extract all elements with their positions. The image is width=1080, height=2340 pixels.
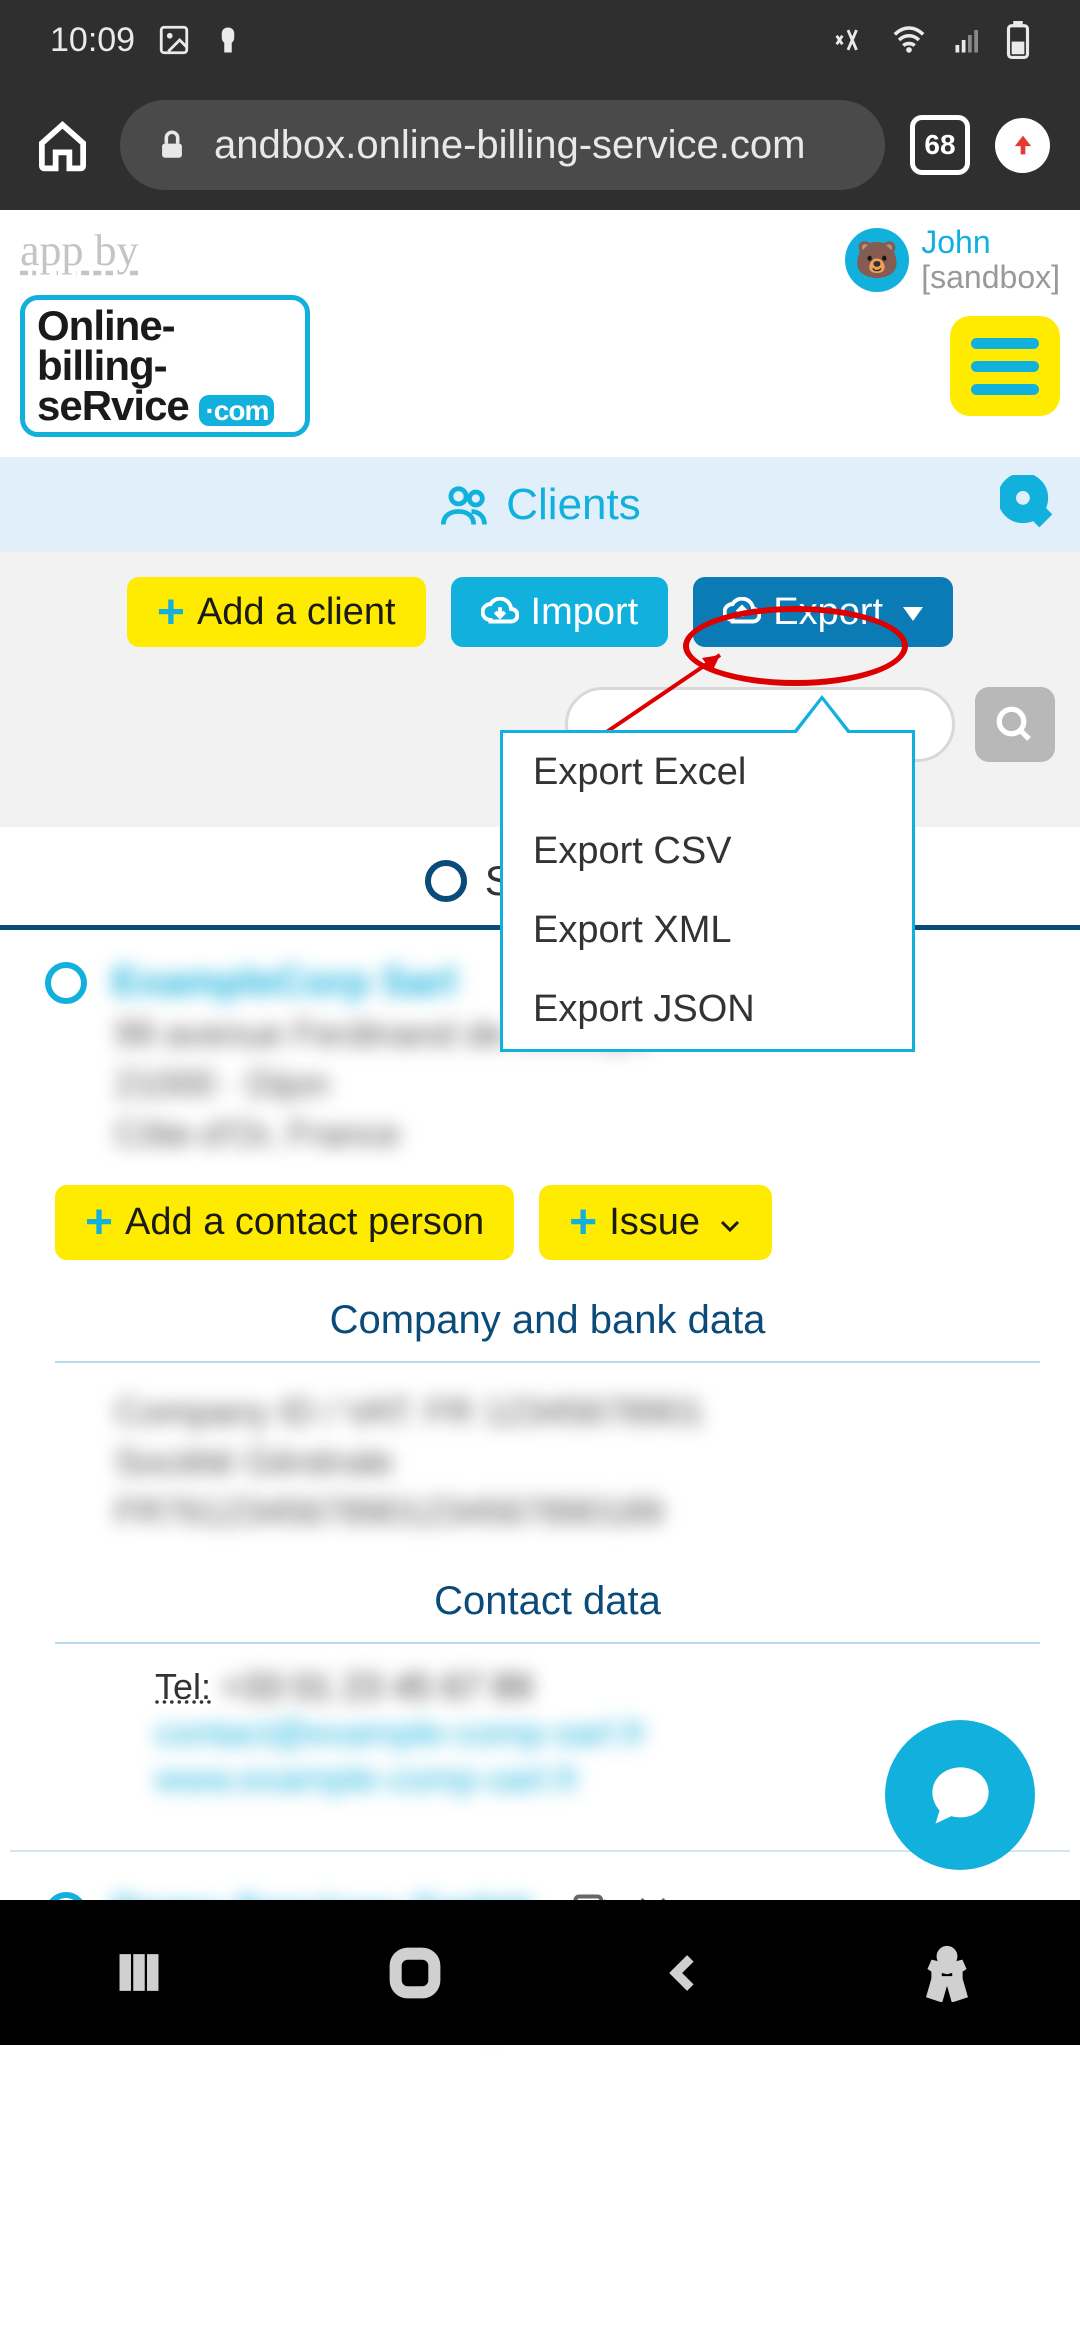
circle-icon bbox=[425, 860, 467, 902]
home-button[interactable] bbox=[386, 1944, 444, 2002]
chat-icon bbox=[923, 1758, 998, 1833]
signal-icon bbox=[950, 25, 986, 55]
company-data-1: Company ID / VAT: FR 12345678901 bbox=[115, 1391, 1050, 1433]
cloud-upload-icon bbox=[723, 597, 761, 627]
header-search-button[interactable] bbox=[1000, 475, 1055, 535]
actions-row: + Add a client Import Export bbox=[0, 577, 1080, 647]
user-chip[interactable]: 🐻 John [sandbox] bbox=[845, 225, 1060, 295]
tab-count-button[interactable]: 68 bbox=[910, 115, 970, 175]
chat-fab-button[interactable] bbox=[885, 1720, 1035, 1870]
client-address-2: 21000 · Dijon bbox=[115, 1063, 1050, 1105]
back-button[interactable] bbox=[661, 1944, 705, 2002]
vibrate-icon bbox=[828, 23, 868, 57]
url-bar[interactable]: andbox.online-billing-service.com bbox=[120, 100, 885, 190]
android-nav-bar bbox=[0, 1900, 1080, 2045]
export-dropdown: Export Excel Export CSV Export XML Expor… bbox=[500, 730, 915, 1052]
cloud-download-icon bbox=[481, 597, 519, 627]
export-xml-item[interactable]: Export XML bbox=[503, 891, 912, 970]
people-icon bbox=[439, 483, 491, 527]
accessibility-button[interactable] bbox=[922, 1944, 972, 2002]
app-by-label: app by bbox=[20, 225, 139, 276]
image-icon bbox=[157, 23, 191, 57]
battery-icon bbox=[1006, 21, 1030, 59]
browser-home-button[interactable] bbox=[30, 113, 95, 178]
user-name: John bbox=[921, 225, 1060, 260]
export-json-item[interactable]: Export JSON bbox=[503, 970, 912, 1049]
logo[interactable]: Online-billing- seRvice ·com bbox=[20, 295, 310, 437]
import-button[interactable]: Import bbox=[451, 577, 669, 647]
recents-button[interactable] bbox=[109, 1945, 169, 2000]
export-excel-item[interactable]: Export Excel bbox=[503, 733, 912, 812]
company-data-2: Société Générale bbox=[115, 1441, 1050, 1483]
status-time: 10:09 bbox=[50, 21, 135, 60]
client-address-3: Côte-d'Or, France bbox=[115, 1113, 1050, 1155]
contact-email-link[interactable]: contact@example-comp-sarl.fr bbox=[45, 1712, 1050, 1754]
client-name-link[interactable]: ExampleCorp Sarl bbox=[112, 960, 457, 1005]
section-contact-title: Contact data bbox=[45, 1561, 1050, 1642]
browser-toolbar: andbox.online-billing-service.com 68 bbox=[0, 80, 1080, 210]
list-search-button[interactable] bbox=[975, 687, 1055, 762]
select-circle[interactable] bbox=[45, 962, 87, 1004]
contact-tel: Tel: +33 01 23 45 67 89 bbox=[45, 1666, 1050, 1708]
client-card: ExampleCorp Sarl 99 avenue Ferdinand de … bbox=[0, 930, 1080, 1810]
plus-icon: + bbox=[157, 585, 185, 640]
clients-header-bar: Clients bbox=[0, 457, 1080, 552]
avatar: 🐻 bbox=[845, 228, 909, 292]
mascot-icon bbox=[213, 23, 243, 57]
export-button[interactable]: Export bbox=[693, 577, 953, 647]
user-env: [sandbox] bbox=[921, 260, 1060, 295]
issue-button[interactable]: + Issue bbox=[539, 1185, 772, 1260]
add-contact-button[interactable]: + Add a contact person bbox=[55, 1185, 514, 1260]
chevron-down-icon bbox=[895, 591, 923, 634]
lock-icon bbox=[155, 126, 189, 164]
export-csv-item[interactable]: Export CSV bbox=[503, 812, 912, 891]
url-text: andbox.online-billing-service.com bbox=[214, 123, 805, 168]
browser-update-button[interactable] bbox=[995, 118, 1050, 173]
add-client-button[interactable]: + Add a client bbox=[127, 577, 426, 647]
android-status-bar: 10:09 bbox=[0, 0, 1080, 80]
page-content: app by 🐻 John [sandbox] Online-billing- … bbox=[0, 210, 1080, 2045]
hamburger-menu-button[interactable] bbox=[950, 316, 1060, 416]
page-title: Clients bbox=[506, 480, 641, 530]
company-data-3: FR7612345678901234567890189 bbox=[115, 1491, 1050, 1533]
plus-icon: + bbox=[85, 1195, 113, 1250]
chevron-down-icon bbox=[718, 1201, 742, 1244]
wifi-icon bbox=[888, 23, 930, 57]
plus-icon: + bbox=[569, 1195, 597, 1250]
section-company-title: Company and bank data bbox=[45, 1280, 1050, 1361]
